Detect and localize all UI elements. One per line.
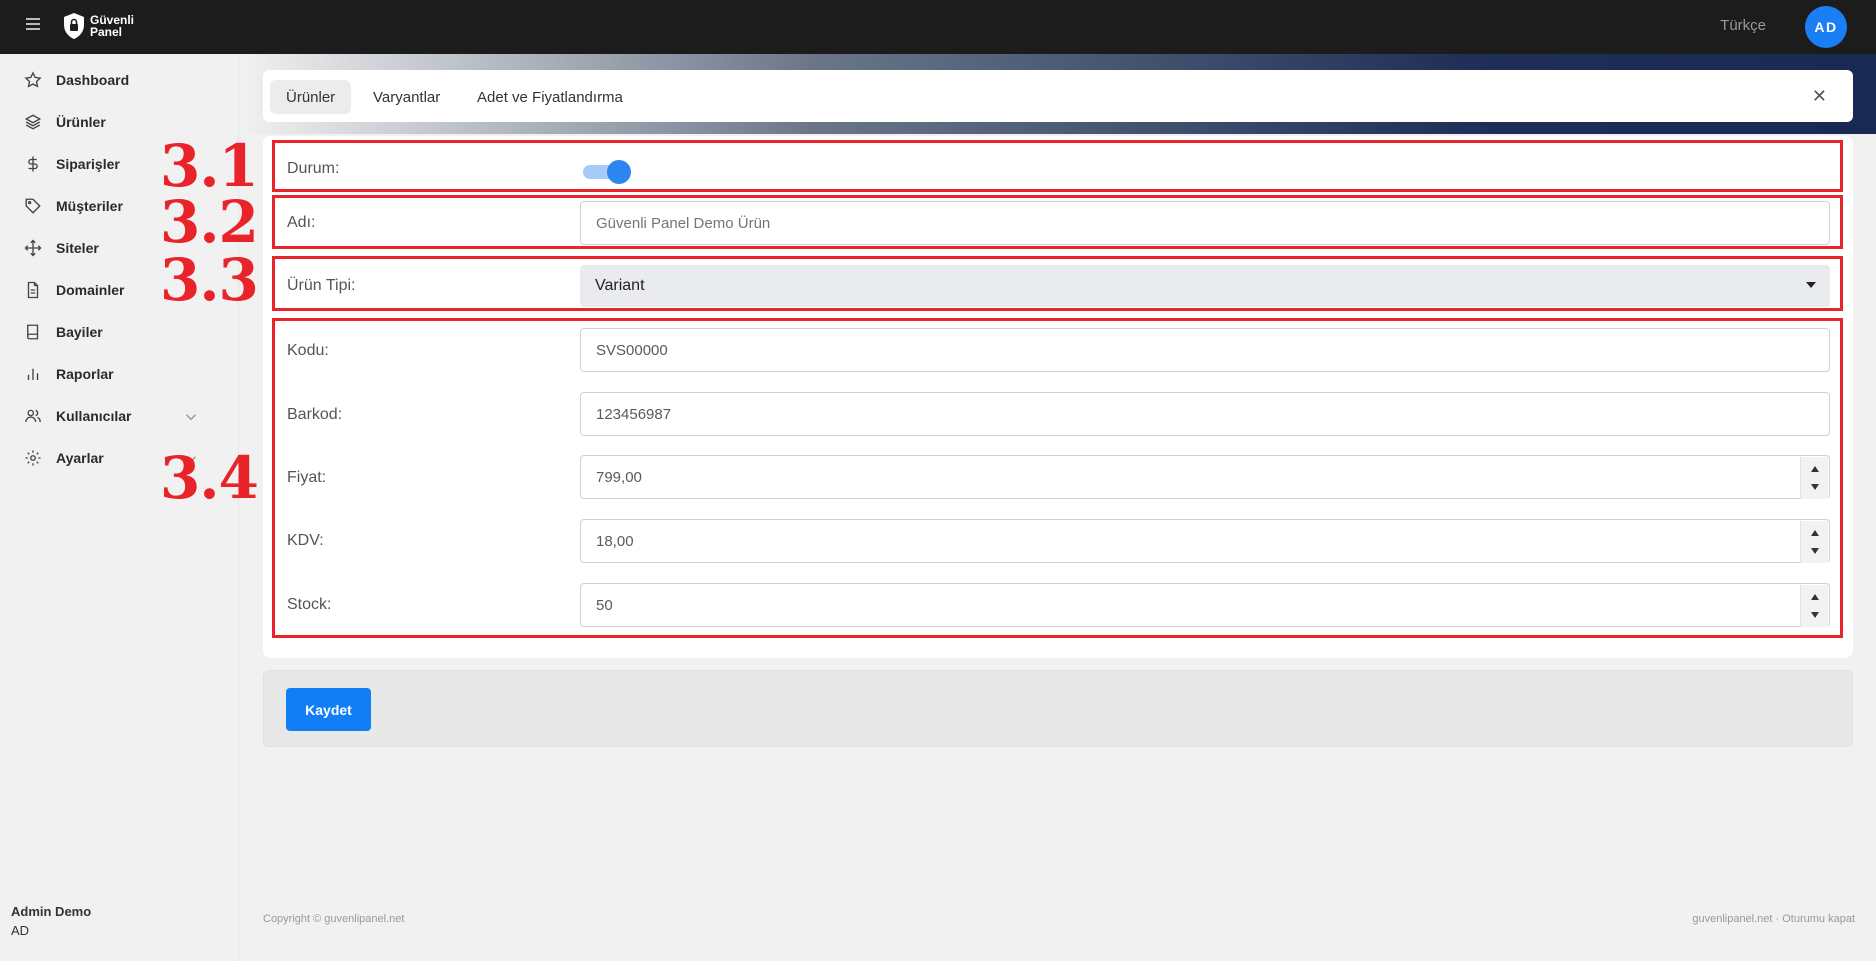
tab-adet-fiyatlandirma[interactable]: Adet ve Fiyatlandırma [461, 80, 639, 114]
footer-copyright: Copyright © guvenlipanel.net [263, 913, 405, 925]
user-initials: AD [11, 923, 30, 938]
status-label: Durum: [287, 160, 340, 177]
caret-down-icon [1806, 282, 1816, 288]
gear-icon [25, 450, 41, 466]
sidebar-item-kullanicilar[interactable]: Kullanıcılar [24, 404, 214, 428]
tab-bar: Ürünler Varyantlar Adet ve Fiyatlandırma… [263, 70, 1853, 122]
sidebar-item-label: Ayarlar [56, 450, 104, 466]
toggle-knob [607, 160, 631, 184]
annotation-box-status [272, 140, 1843, 192]
action-bar: Kaydet [263, 670, 1853, 747]
name-label: Adı: [287, 214, 316, 231]
vat-input[interactable]: 18,00 [580, 519, 1830, 563]
close-icon[interactable]: ✕ [1812, 87, 1827, 105]
sidebar-item-dashboard[interactable]: Dashboard [24, 68, 214, 92]
footer-links[interactable]: guvenlipanel.net · Oturumu kapat [1692, 913, 1855, 925]
sidebar-item-label: Dashboard [56, 72, 130, 88]
sidebar-user: Admin Demo AD [11, 904, 91, 938]
save-button[interactable]: Kaydet [286, 688, 371, 731]
annotation-label-3-2: 3.2 [160, 188, 259, 256]
status-toggle[interactable] [583, 158, 631, 184]
price-stepper[interactable] [1800, 457, 1828, 499]
logo-line2: Panel [90, 25, 123, 39]
move-icon [24, 239, 42, 257]
hamburger-menu-icon[interactable] [26, 18, 42, 32]
chevron-down-icon[interactable] [182, 408, 200, 426]
stepper-up-icon[interactable] [1811, 594, 1819, 600]
layers-icon [24, 114, 42, 130]
sidebar-item-label: Bayiler [56, 324, 103, 340]
stock-value: 50 [596, 596, 613, 614]
code-label: Kodu: [287, 342, 329, 359]
top-bar: Güvenli Panel Türkçe AD [0, 0, 1876, 54]
tab-varyantlar[interactable]: Varyantlar [357, 80, 456, 114]
vat-value: 18,00 [596, 532, 634, 550]
bar-chart-icon [27, 368, 39, 380]
price-value: 799,00 [596, 468, 642, 486]
sidebar-item-urunler[interactable]: Ürünler [24, 110, 214, 134]
barcode-label: Barkod: [287, 406, 343, 423]
stock-stepper[interactable] [1800, 585, 1828, 627]
sidebar-item-bayiler[interactable]: Bayiler [24, 320, 214, 344]
users-icon [25, 409, 41, 423]
sidebar-item-label: Raporlar [56, 366, 114, 382]
star-icon [24, 71, 42, 88]
stepper-up-icon[interactable] [1811, 530, 1819, 536]
price-label: Fiyat: [287, 469, 327, 486]
tab-urunler[interactable]: Ürünler [270, 80, 352, 114]
stepper-down-icon[interactable] [1811, 612, 1819, 618]
logo-text: Güvenli Panel [90, 14, 134, 38]
annotation-label-3-1: 3.1 [160, 132, 259, 200]
product-type-label: Ürün Tipi: [287, 277, 356, 294]
sidebar-item-label: Siteler [56, 240, 99, 256]
book-icon [27, 324, 39, 340]
logo[interactable]: Güvenli Panel [62, 11, 134, 41]
sidebar-item-raporlar[interactable]: Raporlar [24, 362, 214, 386]
barcode-input[interactable] [580, 392, 1830, 436]
dollar-icon [28, 156, 38, 172]
sidebar-item-label: Domainler [56, 282, 125, 298]
user-name: Admin Demo [11, 904, 92, 919]
sidebar-item-label: Siparişler [56, 156, 120, 172]
tag-icon [25, 198, 41, 214]
language-selector[interactable]: Türkçe [1720, 17, 1766, 34]
sidebar-item-label: Kullanıcılar [56, 408, 132, 424]
annotation-label-3-3: 3.3 [160, 246, 259, 314]
code-input[interactable] [580, 328, 1830, 372]
vat-label: KDV: [287, 532, 324, 549]
stepper-down-icon[interactable] [1811, 484, 1819, 490]
stepper-down-icon[interactable] [1811, 548, 1819, 554]
vat-stepper[interactable] [1800, 521, 1828, 563]
file-icon [27, 281, 39, 299]
product-type-select[interactable]: Variant [580, 265, 1830, 307]
product-type-value: Variant [595, 277, 645, 294]
stock-label: Stock: [287, 596, 332, 613]
shield-lock-icon [64, 13, 84, 39]
avatar[interactable]: AD [1805, 6, 1847, 48]
sidebar-item-label: Ürünler [56, 114, 106, 130]
stepper-up-icon[interactable] [1811, 466, 1819, 472]
annotation-label-3-4: 3.4 [160, 444, 259, 512]
sidebar-item-label: Müşteriler [56, 198, 123, 214]
name-input[interactable] [580, 201, 1830, 245]
price-input[interactable]: 799,00 [580, 455, 1830, 499]
stock-input[interactable]: 50 [580, 583, 1830, 627]
